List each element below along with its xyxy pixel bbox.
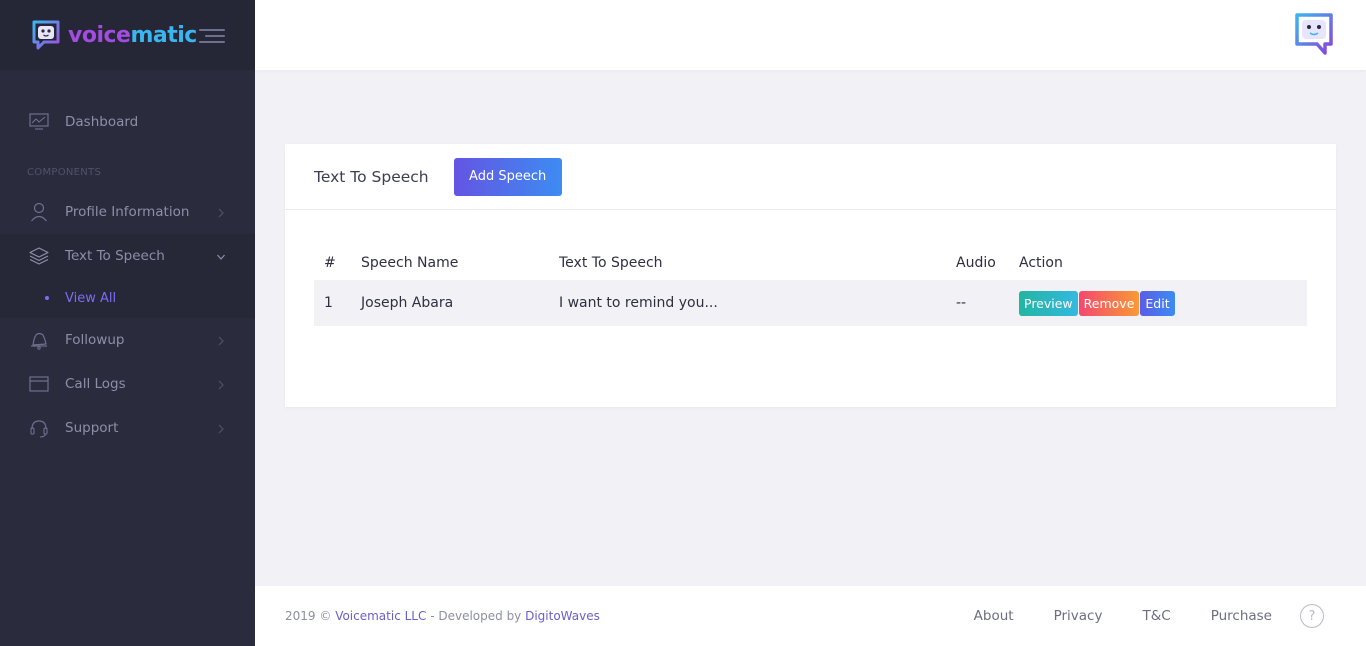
table-row: 1 Joseph Abara I want to remind you... -… [314,280,1307,326]
window-icon [28,373,50,395]
section-label-components: COMPONENTS [27,166,102,178]
monitor-chart-icon [28,111,50,133]
sidebar-menu: Dashboard COMPONENTS Profile Information… [0,70,255,450]
column-header-number: # [324,255,336,271]
card-header: Text To Speech Add Speech [285,144,1336,210]
bell-icon [28,329,50,351]
brand: voicematic [0,0,255,70]
column-header-audio: Audio [956,255,996,271]
sidebar-item-call-logs[interactable]: Call Logs [0,362,255,406]
remove-button[interactable]: Remove [1078,290,1140,316]
user-icon [28,201,50,223]
edit-button[interactable]: Edit [1140,290,1175,316]
footer-developer-link[interactable]: DigitoWaves [525,609,600,623]
sidebar-item-dashboard[interactable]: Dashboard [0,100,255,144]
layers-icon [28,245,50,267]
voicematic-bot-logo-icon[interactable] [30,19,62,51]
footer: 2019 © Voicematic LLC - Developed by Dig… [255,586,1366,646]
sidebar: voicematic Dashboard COMPONENTS Profile … [0,0,255,646]
speech-table: # Speech Name Text To Speech Audio Actio… [314,240,1307,326]
cell-audio: -- [956,295,967,311]
brand-name: voicematic [68,23,197,48]
table-header-row: # Speech Name Text To Speech Audio Actio… [314,240,1307,280]
chevron-right-icon [216,205,226,219]
user-avatar-bot-icon[interactable] [1293,12,1335,56]
sidebar-subitem-label: View All [65,290,117,306]
sidebar-group-text-to-speech: Text To Speech View All [0,234,255,318]
chevron-right-icon [216,377,226,391]
sidebar-item-profile-information[interactable]: Profile Information [0,190,255,234]
footer-link-about[interactable]: About [974,608,1014,624]
sidebar-item-label: Profile Information [65,204,190,220]
brand-name-part2: matic [130,22,197,48]
add-speech-button[interactable]: Add Speech [453,157,562,196]
sidebar-item-label: Dashboard [65,114,139,130]
footer-dev-prefix: - Developed by [430,609,522,623]
column-header-text-to-speech: Text To Speech [559,255,663,271]
chevron-right-icon [216,421,226,435]
sidebar-item-label: Support [65,420,119,436]
sidebar-item-text-to-speech[interactable]: Text To Speech [0,234,255,278]
chevron-down-icon [216,249,226,263]
sidebar-item-label: Text To Speech [65,248,165,264]
column-header-speech-name: Speech Name [361,255,459,271]
cell-number: 1 [324,295,333,311]
footer-company-link[interactable]: Voicematic LLC [335,609,426,623]
brand-name-part1: voice [68,22,131,48]
footer-copyright: 2019 © Voicematic LLC - Developed by Dig… [285,609,600,623]
sidebar-item-label: Followup [65,332,125,348]
footer-link-purchase[interactable]: Purchase [1211,608,1272,624]
sidebar-subitem-view-all[interactable]: View All [0,278,255,318]
sidebar-item-followup[interactable]: Followup [0,318,255,362]
cell-actions: Preview Remove Edit [1019,280,1307,326]
help-question-icon[interactable]: ? [1300,604,1324,628]
sidebar-item-label: Call Logs [65,376,126,392]
cell-text-to-speech: I want to remind you... [559,295,718,311]
column-header-action: Action [1019,255,1063,271]
chevron-right-icon [216,333,226,347]
footer-links: About Privacy T&C Purchase [934,586,1272,646]
hamburger-menu-icon[interactable] [199,26,225,44]
topbar [255,0,1366,70]
footer-link-privacy[interactable]: Privacy [1054,608,1103,624]
bullet-dot-icon [45,296,49,300]
headset-icon [28,417,50,439]
footer-link-tc[interactable]: T&C [1142,608,1170,624]
cell-speech-name: Joseph Abara [361,295,454,311]
footer-year: 2019 © [285,609,332,623]
preview-button[interactable]: Preview [1019,290,1078,316]
sidebar-item-support[interactable]: Support [0,406,255,450]
text-to-speech-card: Text To Speech Add Speech # Speech Name … [285,144,1336,407]
card-title: Text To Speech [314,167,429,186]
